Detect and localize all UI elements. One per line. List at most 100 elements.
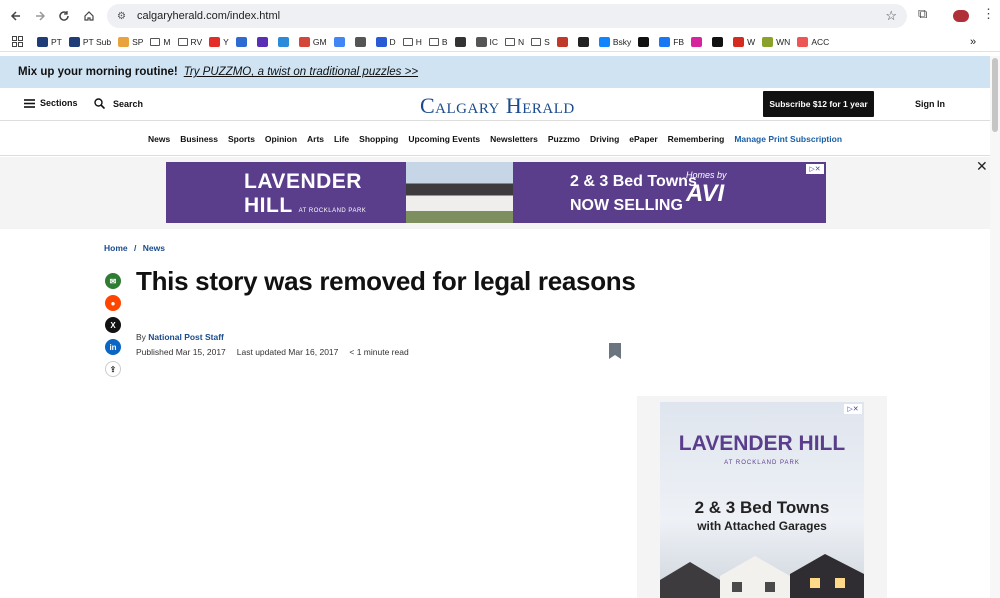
- nav-item-news[interactable]: News: [148, 134, 170, 144]
- search-button[interactable]: Search: [94, 98, 143, 109]
- bookmark-item[interactable]: S: [531, 37, 550, 47]
- leaderboard-ad[interactable]: LAVENDER HILL AT ROCKLAND PARK 2 & 3 Bed…: [166, 162, 826, 223]
- bookmark-label: SP: [132, 36, 144, 47]
- bookmark-item[interactable]: N: [505, 37, 524, 47]
- bookmark-item[interactable]: B: [428, 37, 448, 47]
- bookmark-item[interactable]: GM: [298, 36, 327, 47]
- bookmark-item[interactable]: [556, 36, 571, 47]
- linkedin-share-icon[interactable]: in: [105, 339, 121, 355]
- bookmark-item[interactable]: Bsky: [598, 36, 632, 47]
- breadcrumb-news[interactable]: News: [143, 243, 165, 253]
- bookmark-item[interactable]: RV: [177, 37, 202, 47]
- read-time: < 1 minute read: [349, 347, 409, 357]
- nav-item-epaper[interactable]: ePaper: [629, 134, 657, 144]
- townhouse-photo: [406, 162, 513, 223]
- site-logo[interactable]: Calgary Herald: [420, 93, 575, 119]
- bookmark-item[interactable]: [333, 36, 348, 47]
- nav-item-sports[interactable]: Sports: [228, 134, 255, 144]
- email-share-icon[interactable]: ✉: [105, 273, 121, 289]
- bookmark-star-icon[interactable]: ☆: [885, 8, 897, 24]
- close-ad-icon[interactable]: ✕: [976, 158, 988, 175]
- x-share-icon[interactable]: X: [105, 317, 121, 333]
- bookmark-item[interactable]: W: [733, 36, 755, 47]
- reload-button[interactable]: [52, 4, 76, 28]
- sidebar-adchoices-icon[interactable]: ▷✕: [844, 404, 862, 414]
- author-link[interactable]: National Post Staff: [148, 332, 224, 342]
- extensions-icon[interactable]: ⧉: [918, 6, 927, 22]
- nav-item-opinion[interactable]: Opinion: [265, 134, 297, 144]
- bookmark-item[interactable]: [638, 36, 652, 47]
- bookmark-item[interactable]: [354, 36, 369, 47]
- nav-item-life[interactable]: Life: [334, 134, 349, 144]
- bookmark-item[interactable]: H: [402, 37, 422, 47]
- bookmark-item[interactable]: PT: [37, 36, 62, 47]
- sign-in-link[interactable]: Sign In: [915, 99, 945, 109]
- bookmark-item[interactable]: D: [375, 36, 396, 47]
- share-more-icon[interactable]: ⇪: [105, 361, 121, 377]
- reddit-share-icon[interactable]: ●: [105, 295, 121, 311]
- nav-item-shopping[interactable]: Shopping: [359, 134, 398, 144]
- bookmark-item[interactable]: SP: [118, 36, 144, 47]
- home-button[interactable]: [77, 4, 101, 28]
- breadcrumb-home[interactable]: Home: [104, 243, 128, 253]
- bookmark-label: PT Sub: [82, 36, 112, 47]
- bookmark-item[interactable]: [577, 36, 592, 47]
- bookmark-item[interactable]: [235, 36, 250, 47]
- nav-item-remembering[interactable]: Remembering: [668, 134, 725, 144]
- updated-date: Last updated Mar 16, 2017: [236, 347, 339, 357]
- bookmark-label: N: [518, 36, 525, 47]
- wikipedia-icon: [354, 36, 366, 47]
- promo-link[interactable]: Try PUZZMO, a twist on traditional puzzl…: [184, 66, 418, 78]
- bookmark-item[interactable]: ACC: [797, 36, 829, 47]
- sections-button[interactable]: Sections: [24, 98, 78, 108]
- ad-line1: 2 & 3 Bed Towns: [570, 173, 697, 190]
- sis-icon: [37, 36, 48, 47]
- bookmark-item[interactable]: Y: [209, 36, 229, 47]
- share-rail: ✉ ● X in ⇪: [105, 273, 121, 383]
- bookmark-item[interactable]: FB: [659, 36, 684, 47]
- nhl-icon: [577, 36, 589, 47]
- x-icon: [638, 36, 650, 47]
- nav-item-manage-print-subscription[interactable]: Manage Print Subscription: [734, 134, 842, 144]
- byline-prefix: By: [136, 332, 146, 342]
- article-headline: This story was removed for legal reasons: [136, 266, 636, 296]
- bookmark-item[interactable]: WN: [762, 36, 790, 47]
- adchoices-icon[interactable]: ▷✕: [806, 164, 824, 174]
- subscribe-button[interactable]: Subscribe $12 for 1 year: [763, 91, 874, 117]
- apps-grid-icon[interactable]: [12, 36, 23, 47]
- bookmark-item[interactable]: PT Sub: [68, 36, 112, 47]
- nav-item-business[interactable]: Business: [180, 134, 218, 144]
- ad-logo-line1: LAVENDER: [244, 170, 362, 193]
- bookmarks-overflow-icon[interactable]: »: [970, 36, 976, 48]
- bookmark-item[interactable]: M: [150, 37, 171, 47]
- save-bookmark-icon[interactable]: [609, 343, 621, 359]
- site-settings-icon[interactable]: ⚙: [117, 11, 131, 22]
- bookmark-item[interactable]: IC: [475, 36, 498, 47]
- nav-item-newsletters[interactable]: Newsletters: [490, 134, 538, 144]
- windows-icon: [118, 36, 130, 47]
- bookmark-item[interactable]: [712, 36, 726, 47]
- profile-avatar-icon[interactable]: [953, 10, 969, 22]
- forward-button[interactable]: [28, 4, 52, 28]
- page-scrollbar[interactable]: [990, 56, 1000, 598]
- bookmark-label: Bsky: [612, 36, 632, 47]
- wn-icon: [762, 36, 774, 47]
- nav-item-driving[interactable]: Driving: [590, 134, 619, 144]
- scrollbar-thumb[interactable]: [992, 58, 998, 132]
- bookmark-item[interactable]: [277, 36, 292, 47]
- nav-item-puzzmo[interactable]: Puzzmo: [548, 134, 580, 144]
- bookmark-item[interactable]: [454, 36, 469, 47]
- bookmark-item[interactable]: [256, 36, 271, 47]
- back-button[interactable]: [4, 4, 28, 28]
- sidebar-ad-container: ▷✕ LAVENDER HILL AT ROCKLAND PARK 2 & 3 …: [637, 396, 887, 598]
- ad-logo-sub: AT ROCKLAND PARK: [298, 208, 367, 214]
- bookmark-label: Y: [223, 36, 229, 47]
- folder-icon: [150, 37, 161, 46]
- bookmark-item[interactable]: [691, 36, 705, 47]
- nav-item-arts[interactable]: Arts: [307, 134, 324, 144]
- nav-item-upcoming-events[interactable]: Upcoming Events: [408, 134, 480, 144]
- sidebar-ad[interactable]: ▷✕ LAVENDER HILL AT ROCKLAND PARK 2 & 3 …: [660, 402, 864, 598]
- folder-icon: [531, 37, 542, 46]
- browser-menu-icon[interactable]: ⋮: [982, 6, 995, 22]
- address-bar[interactable]: ⚙ calgaryherald.com/index.html ☆: [107, 4, 907, 28]
